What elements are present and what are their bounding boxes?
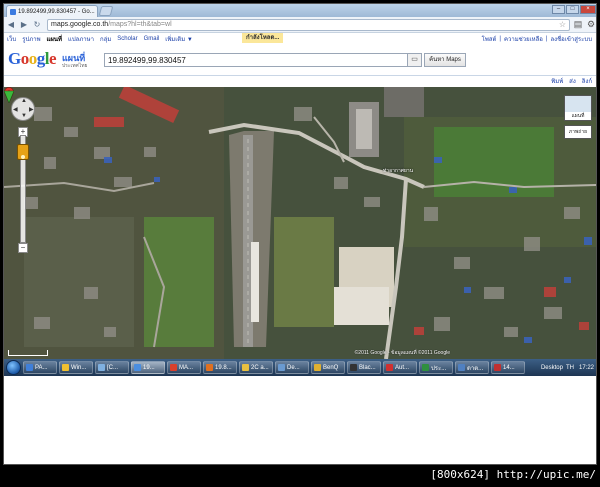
maximize-button[interactable]: □ (566, 5, 579, 14)
wrench-icon[interactable]: ⚙ (586, 19, 596, 30)
url-host: maps.google.co.th (51, 21, 109, 28)
taskbar-item[interactable]: Blac... (347, 361, 381, 374)
map-toolbar: พิมพ์ ส่ง ลิงก์ (4, 75, 596, 86)
task-app-icon (62, 364, 69, 371)
task-app-icon (458, 364, 465, 371)
link-link[interactable]: ลิงก์ (582, 76, 592, 86)
sign-in-link[interactable]: ลงชื่อเข้าสู่ระบบ (550, 34, 592, 44)
page-icon[interactable]: ▤ (573, 19, 583, 30)
taskbar-item-active[interactable]: 19... (131, 361, 165, 374)
task-app-icon (422, 364, 429, 371)
search-header: Google แผนที่ ประเทศไทย ▭ ค้นหา Maps (4, 46, 596, 73)
taskbar-item[interactable]: Aut... (383, 361, 417, 374)
taskbar-item[interactable]: Win... (59, 361, 93, 374)
satellite-imagery (4, 87, 596, 359)
task-app-icon (494, 364, 501, 371)
task-app-icon (134, 364, 141, 371)
keyboard-icon[interactable]: ▭ (408, 53, 422, 67)
url-path: /maps?hl=th&tab=wl (108, 21, 172, 28)
screenshot-frame: 19.892499,99.830457 - Go... × – □ × ◀ ▶ … (0, 0, 600, 487)
task-app-icon (314, 364, 321, 371)
task-app-icon (386, 364, 393, 371)
browser-toolbar: ◀ ▶ ↻ maps.google.co.th /maps?hl=th&tab=… (4, 17, 596, 33)
start-button-icon[interactable] (6, 360, 21, 375)
taskbar-clock[interactable]: 17:22 (577, 365, 596, 371)
map-copyright: ©2011 Google - ข้อมูลแผนที่ ©2011 Google (354, 350, 450, 356)
forward-icon[interactable]: ▶ (19, 20, 29, 30)
pan-down-icon[interactable]: ▼ (21, 113, 27, 119)
task-app-icon (278, 364, 285, 371)
taskbar-item[interactable]: BenQ (311, 361, 345, 374)
task-app-icon (206, 364, 213, 371)
logo-country: ประเทศไทย (62, 63, 88, 69)
gbar-item-groups[interactable]: กลุ่ม (100, 34, 111, 44)
reload-icon[interactable]: ↻ (32, 20, 42, 30)
loading-indicator: กำลังโหลด... (242, 33, 284, 43)
taskbar-item[interactable]: De... (275, 361, 309, 374)
minimize-button[interactable]: – (552, 5, 565, 14)
gbar-right: โพสต์ | ความช่วยเหลือ | ลงชื่อเข้าสู่ระบ… (482, 33, 592, 44)
gbar-post-link[interactable]: โพสต์ (482, 34, 497, 44)
tab-title: 19.892499,99.830457 - Go... (18, 8, 95, 15)
send-link[interactable]: ส่ง (569, 76, 576, 86)
maps-favicon-icon (10, 8, 16, 15)
blank-area (4, 376, 596, 464)
address-bar[interactable]: maps.google.co.th /maps?hl=th&tab=wl ☆ (47, 18, 570, 31)
pan-right-icon[interactable]: ▶ (29, 106, 34, 113)
taskbar-item[interactable]: 19.8... (203, 361, 237, 374)
gbar-item-more[interactable]: เพิ่มเติม ▼ (165, 34, 192, 44)
map-type-map-label: แผนที่ (565, 112, 591, 120)
taskbar-item[interactable]: 2C a... (239, 361, 273, 374)
gbar-help-link[interactable]: ความช่วยเหลือ (504, 34, 543, 44)
gbar-item-maps[interactable]: แผนที่ (47, 34, 62, 44)
google-logo[interactable]: Google (8, 49, 57, 69)
gbar-item-scholar[interactable]: Scholar (117, 36, 137, 42)
system-tray: Desktop TH 17:22 (541, 361, 596, 374)
taskbar-item[interactable]: MA... (167, 361, 201, 374)
image-watermark: [800x624] http://upic.me/ (430, 468, 596, 481)
gbar-separator: | (545, 35, 548, 42)
language-indicator[interactable]: TH (566, 365, 574, 371)
pegman-zoom-thumb[interactable] (17, 144, 29, 160)
green-arrow-marker-icon[interactable] (4, 87, 14, 103)
task-app-icon (350, 364, 357, 371)
map-type-satellite-button[interactable]: ภาพถ่าย (564, 125, 592, 139)
task-app-icon (242, 364, 249, 371)
print-link[interactable]: พิมพ์ (551, 76, 563, 86)
gbar-item-translate[interactable]: แปลภาษา (68, 34, 94, 44)
browser-tab[interactable]: 19.892499,99.830457 - Go... × (6, 5, 98, 17)
desktop-toolbar-label[interactable]: Desktop (541, 365, 563, 371)
taskbar-item[interactable]: PA... (23, 361, 57, 374)
browser-tab-strip: 19.892499,99.830457 - Go... × – □ × (4, 4, 596, 17)
taskbar-item[interactable]: ดาต... (455, 361, 489, 374)
gbar-item-images[interactable]: รูปภาพ (22, 34, 40, 44)
task-app-icon (170, 364, 177, 371)
windows-taskbar: PA... Win... [C... 19... MA... 19.8... 2… (4, 359, 596, 376)
taskbar-item[interactable]: 14... (491, 361, 525, 374)
task-app-icon (26, 364, 33, 371)
search-maps-button[interactable]: ค้นหา Maps (424, 53, 466, 67)
window-controls: – □ × (552, 5, 596, 14)
gbar-item-gmail[interactable]: Gmail (144, 36, 160, 42)
gbar-separator: | (499, 35, 501, 42)
maps-search-input[interactable] (104, 53, 408, 67)
zoom-out-button[interactable]: − (18, 243, 28, 253)
pan-control[interactable]: ▲ ◀ ▶ ▼ (11, 97, 35, 121)
back-icon[interactable]: ◀ (6, 20, 16, 30)
star-icon[interactable]: ☆ (559, 20, 566, 29)
taskbar-item[interactable]: [C... (95, 361, 129, 374)
taskbar-item[interactable]: ประ... (419, 361, 453, 374)
map-place-label: ท่าอากาศยาน (383, 168, 414, 174)
pan-left-icon[interactable]: ◀ (13, 106, 18, 113)
tab-close-icon[interactable]: × (97, 9, 98, 15)
map-scale-bar (8, 350, 48, 356)
close-window-button[interactable]: × (580, 5, 596, 14)
map-type-map-button[interactable]: แผนที่ (564, 95, 592, 121)
satellite-map[interactable]: ▲ ◀ ▶ ▼ + − แผนที่ ภาพถ่าย ท่าอากาศยาน ©… (4, 87, 596, 359)
task-app-icon (98, 364, 105, 371)
gbar-item-web[interactable]: เว็บ (7, 34, 16, 44)
pan-up-icon[interactable]: ▲ (21, 98, 27, 104)
new-tab-button[interactable] (98, 6, 114, 16)
desktop-screen: 19.892499,99.830457 - Go... × – □ × ◀ ▶ … (3, 3, 597, 465)
